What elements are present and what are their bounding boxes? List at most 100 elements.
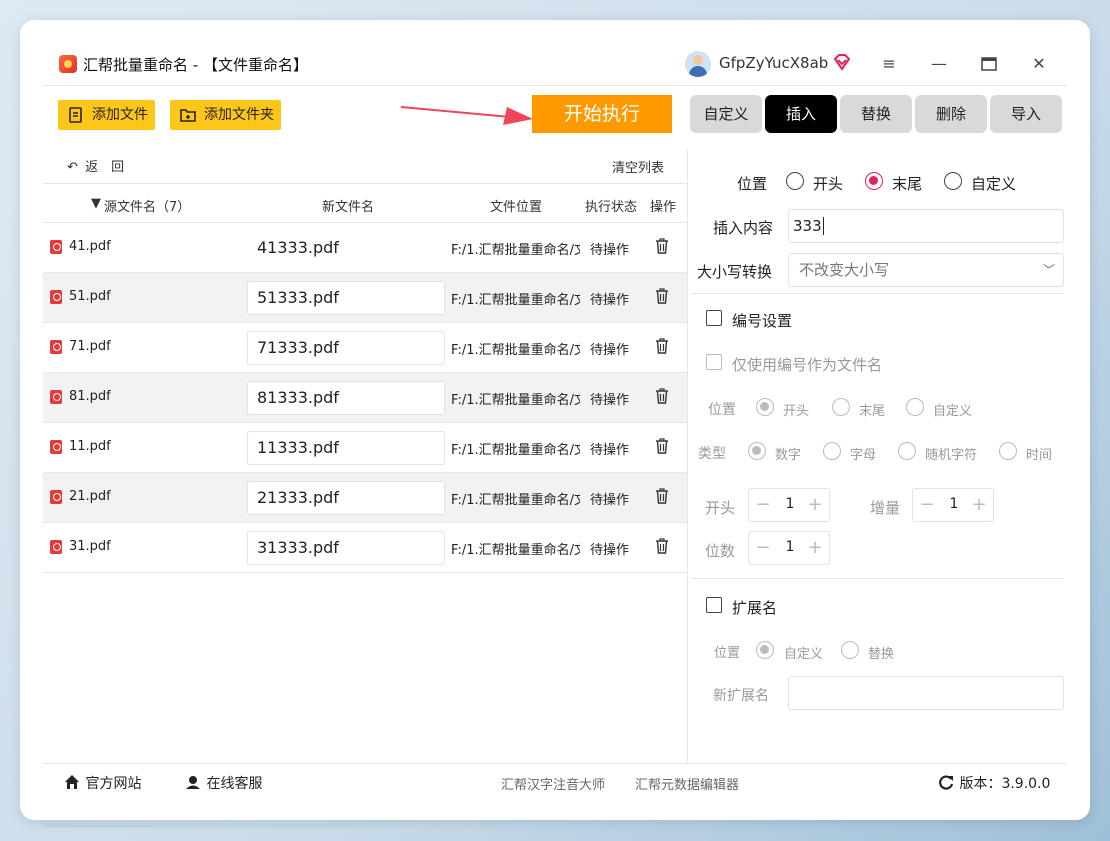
type-number-radio[interactable]: [748, 442, 766, 460]
digits-stepper[interactable]: − 1 +: [748, 531, 830, 565]
pdf-file-icon: [50, 290, 62, 304]
table-row[interactable]: 51.pdf 51333.pdf F:/1.汇帮批量重命名/文件待操作: [43, 273, 687, 323]
col-source[interactable]: 源文件名（7）: [104, 196, 190, 215]
tab-replace[interactable]: 替换: [840, 95, 912, 133]
trash-icon[interactable]: [655, 338, 669, 354]
extension-checkbox[interactable]: [706, 597, 722, 613]
version-info[interactable]: 版本：3.9.0.0: [937, 773, 1050, 793]
plus-icon[interactable]: +: [969, 494, 989, 516]
start-label: 开头: [705, 499, 736, 517]
refresh-icon: [939, 775, 954, 790]
trash-icon[interactable]: [655, 388, 669, 404]
minus-icon[interactable]: −: [753, 494, 773, 516]
start-button[interactable]: 开始执行: [532, 95, 672, 133]
taskbar-strip: [42, 823, 402, 827]
position-end-radio[interactable]: [865, 172, 883, 190]
file-location: F:/1.汇帮批量重命名/文件: [451, 343, 580, 358]
plus-icon[interactable]: +: [805, 494, 825, 516]
pinyin-app-link[interactable]: 汇帮汉字注音大师: [501, 774, 605, 793]
numbering-checkbox[interactable]: [706, 310, 722, 326]
position-start-radio[interactable]: [786, 172, 804, 190]
ext-custom-radio[interactable]: [756, 641, 774, 659]
minus-icon[interactable]: −: [753, 537, 773, 559]
new-filename-field[interactable]: 81333.pdf: [247, 381, 445, 415]
service-link[interactable]: 在线客服: [184, 773, 262, 793]
tab-delete[interactable]: 删除: [915, 95, 987, 133]
new-filename-field[interactable]: 21333.pdf: [247, 481, 445, 515]
close-icon[interactable]: ✕: [1026, 51, 1052, 77]
table-row[interactable]: 41.pdf 41333.pdf F:/1.汇帮批量重命名/文件待操作: [43, 223, 687, 273]
new-filename-field[interactable]: 41333.pdf: [247, 231, 445, 265]
back-button[interactable]: ↶ 返 回: [67, 156, 124, 175]
num-position-custom-radio[interactable]: [906, 398, 924, 416]
insert-content-input[interactable]: 333: [788, 209, 1064, 243]
file-location: F:/1.汇帮批量重命名/文件: [451, 393, 580, 408]
tab-custom[interactable]: 自定义: [690, 95, 762, 133]
only-number-checkbox[interactable]: [706, 354, 722, 370]
position-end-label: 末尾: [892, 175, 923, 193]
status-text: 待操作: [590, 493, 630, 508]
website-link[interactable]: 官方网站: [63, 773, 141, 793]
insert-content-label: 插入内容: [713, 219, 774, 237]
position-label: 位置: [737, 175, 768, 193]
add-file-button[interactable]: 添加文件: [58, 100, 155, 130]
service-label: 在线客服: [206, 776, 263, 792]
position-custom-radio[interactable]: [944, 172, 962, 190]
pdf-file-icon: [50, 390, 62, 404]
table-row[interactable]: 31.pdf 31333.pdf F:/1.汇帮批量重命名/文件待操作: [43, 523, 687, 573]
num-position-end-radio[interactable]: [832, 398, 850, 416]
table-row[interactable]: 21.pdf 21333.pdf F:/1.汇帮批量重命名/文件待操作: [43, 473, 687, 523]
ext-custom-label: 自定义: [784, 647, 824, 662]
trash-icon[interactable]: [655, 538, 669, 554]
insert-content-value: 333: [793, 217, 822, 235]
case-value: 不改变大小写: [799, 261, 890, 279]
type-time-radio[interactable]: [999, 442, 1017, 460]
app-logo-icon: [59, 55, 77, 73]
start-stepper[interactable]: − 1 +: [748, 488, 830, 522]
new-ext-input[interactable]: [788, 676, 1064, 710]
status-text: 待操作: [590, 293, 630, 308]
new-filename-field[interactable]: 11333.pdf: [247, 431, 445, 465]
trash-icon[interactable]: [655, 288, 669, 304]
source-filename: 11.pdf: [69, 439, 111, 454]
footer-divider: [43, 763, 1067, 764]
type-letter-label: 字母: [850, 448, 877, 463]
table-row[interactable]: 71.pdf 71333.pdf F:/1.汇帮批量重命名/文件待操作: [43, 323, 687, 373]
pdf-file-icon: [50, 340, 62, 354]
tab-insert[interactable]: 插入: [765, 95, 837, 133]
case-label: 大小写转换: [697, 263, 773, 281]
position-custom-label: 自定义: [971, 175, 1017, 193]
num-position-end-label: 末尾: [859, 404, 886, 419]
new-filename-field[interactable]: 31333.pdf: [247, 531, 445, 565]
type-time-label: 时间: [1026, 448, 1053, 463]
ext-replace-radio[interactable]: [841, 641, 859, 659]
plus-icon[interactable]: +: [805, 537, 825, 559]
table-row[interactable]: 11.pdf 11333.pdf F:/1.汇帮批量重命名/文件待操作: [43, 423, 687, 473]
version-label: 版本：3.9.0.0: [959, 776, 1051, 792]
type-random-radio[interactable]: [898, 442, 916, 460]
maximize-icon[interactable]: [976, 51, 1002, 77]
increment-stepper[interactable]: − 1 +: [912, 488, 994, 522]
username[interactable]: GfpZyYucX8ab: [719, 54, 828, 72]
trash-icon[interactable]: [655, 488, 669, 504]
minus-icon[interactable]: −: [917, 494, 937, 516]
app-window: 汇帮批量重命名 - 【文件重命名】 GfpZyYucX8ab ≡ — ✕ 添加文…: [23, 23, 1067, 799]
case-select[interactable]: 不改变大小写 ﹀: [788, 253, 1064, 287]
table-row[interactable]: 81.pdf 81333.pdf F:/1.汇帮批量重命名/文件待操作: [43, 373, 687, 423]
num-position-start-radio[interactable]: [756, 398, 774, 416]
type-letter-radio[interactable]: [823, 442, 841, 460]
trash-icon[interactable]: [655, 238, 669, 254]
sort-desc-icon[interactable]: ▼: [91, 196, 101, 211]
new-filename-field[interactable]: 71333.pdf: [247, 331, 445, 365]
vip-diamond-icon[interactable]: [832, 52, 852, 72]
avatar[interactable]: [685, 51, 711, 77]
new-filename-field[interactable]: 51333.pdf: [247, 281, 445, 315]
metadata-app-link[interactable]: 汇帮元数据编辑器: [635, 774, 739, 793]
title-bar: 汇帮批量重命名 - 【文件重命名】 GfpZyYucX8ab ≡ — ✕: [23, 41, 1067, 85]
add-folder-button[interactable]: 添加文件夹: [170, 100, 281, 130]
menu-icon[interactable]: ≡: [876, 51, 902, 77]
tab-import[interactable]: 导入: [990, 95, 1062, 133]
minimize-icon[interactable]: —: [926, 51, 952, 77]
trash-icon[interactable]: [655, 438, 669, 454]
clear-list-button[interactable]: 清空列表: [612, 157, 664, 176]
